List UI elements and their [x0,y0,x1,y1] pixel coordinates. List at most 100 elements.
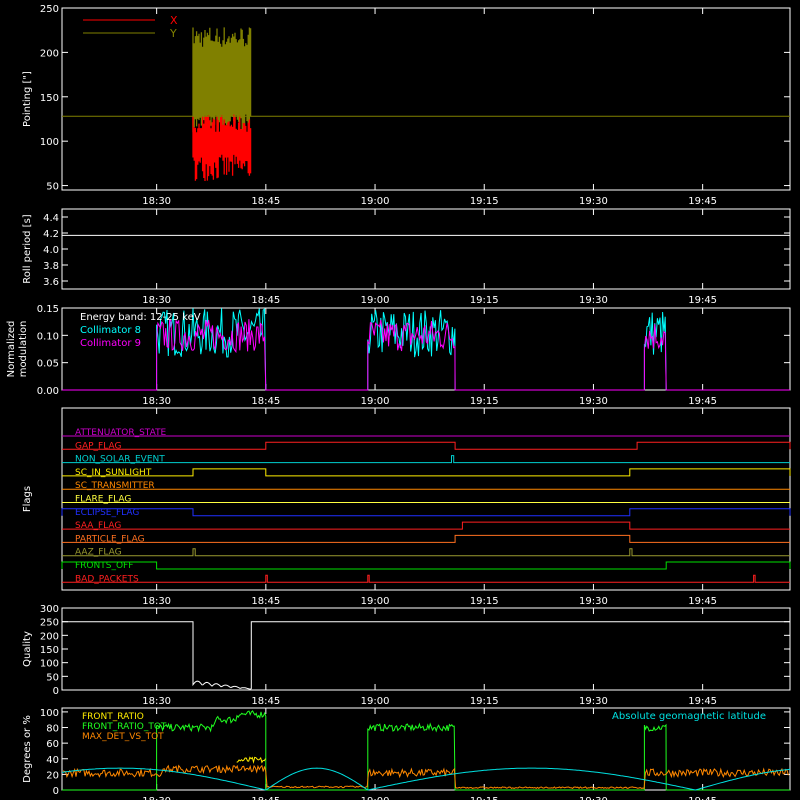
y-tick-label: 100 [40,708,59,719]
x-tick-label: 19:00 [361,396,390,407]
flag-trace [61,508,791,517]
x-tick-label: 19:00 [361,796,390,800]
y-tick-label: 0.15 [37,304,59,315]
y-axis-label: Roll period [s] [22,214,33,283]
x-tick-label: 19:45 [688,696,717,707]
y-tick-label: 3.8 [43,261,59,272]
energy-band-annotation: Energy band: 12-25 keV [80,312,201,323]
x-tick-label: 18:30 [142,295,171,306]
y-tick-label: 250 [40,4,59,15]
y-tick-label: 250 [40,618,59,629]
y-tick-label: 3.6 [43,277,59,288]
latitude-annotation: Absolute geomagnetic latitude [612,711,766,722]
flag-label: FLARE_FLAG [75,495,131,505]
x-tick-label: 19:45 [688,295,717,306]
y-tick-label: 200 [40,48,59,59]
x-tick-label: 19:30 [579,596,608,607]
x-tick-label: 18:30 [142,596,171,607]
x-tick-label: 19:15 [470,295,499,306]
y-tick-label: 60 [46,739,59,750]
x-tick-label: 18:45 [251,196,280,207]
y-tick-label: 100 [40,137,59,148]
y-tick-label: 0 [53,686,59,697]
flag-trace [62,441,791,450]
flag-trace [61,561,791,570]
legend-label: Y [169,27,177,40]
flag-trace [62,455,790,464]
flag-label: SAA_FLAG [75,521,121,531]
x-tick-label: 18:30 [142,796,171,800]
flag-label: SC_IN_SUNLIGHT [75,468,152,478]
x-tick-label: 19:00 [361,596,390,607]
legend-label: MAX_DET_VS_TOT [82,732,164,742]
y-axis-label: Normalized [6,321,17,378]
x-tick-label: 19:15 [470,796,499,800]
x-tick-label: 19:00 [361,295,390,306]
flag-label: ECLIPSE_FLAG [75,508,139,518]
x-tick-label: 18:45 [251,796,280,800]
x-tick-label: 19:15 [470,696,499,707]
legend-label: Collimator 8 [80,325,141,336]
y-tick-label: 0.00 [37,386,59,397]
x-tick-label: 19:45 [688,196,717,207]
front-ratio-series [236,756,266,764]
y-tick-label: 0.10 [37,331,59,342]
flag-label: AAZ_FLAG [75,548,122,558]
x-tick-label: 19:30 [579,696,608,707]
flag-trace [62,468,791,477]
flag-label: PARTICLE_FLAG [75,534,145,544]
legend-label: FRONT_RATIO [82,712,144,722]
pointing-plot [62,27,790,181]
y-axis-label: modulation [18,321,29,378]
y-tick-label: 50 [46,672,59,683]
x-tick-label: 18:45 [251,396,280,407]
y-axis-label: Pointing ["] [22,71,33,127]
y-tick-label: 50 [46,182,59,193]
flag-label: FRONTS_OFF [75,561,133,571]
flag-label: NON_SOLAR_EVENT [75,455,165,465]
housekeeping-chart-figure: 18:30 18:45 19:00 19:15 19:30 19:45 50 100 150 20… [6,4,791,800]
x-tick-label: 19:45 [688,796,717,800]
y-tick-label: 4.0 [43,245,59,256]
x-tick-label: 19:30 [579,396,608,407]
y-tick-label: 200 [40,631,59,642]
y-tick-label: 20 [46,770,59,781]
y-tick-label: 100 [40,659,59,670]
modulation-series [62,319,790,391]
x-tick-label: 19:30 [579,295,608,306]
x-tick-label: 18:45 [251,696,280,707]
y-tick-label: 4.2 [43,229,59,240]
y-tick-label: 0.05 [37,359,59,370]
y-tick-label: 4.4 [43,213,59,224]
flag-label: ATTENUATOR_STATE [75,428,167,438]
flag-trace [62,521,790,530]
x-tick-label: 19:00 [361,196,390,207]
flag-label: BAD_PACKETS [75,574,139,584]
y-axis-label: Flags [22,486,33,512]
legend-label: Collimator 9 [80,338,141,349]
y-tick-label: 0 [53,786,59,797]
x-tick-label: 19:00 [361,696,390,707]
x-tick-label: 18:45 [251,596,280,607]
y-tick-label: 40 [46,755,59,766]
x-tick-label: 18:30 [142,696,171,707]
flag-trace [62,534,790,543]
x-tick-label: 19:30 [579,796,608,800]
legend-label: X [170,14,178,27]
x-tick-label: 19:45 [688,396,717,407]
x-tick-label: 18:30 [142,396,171,407]
x-tick-label: 19:30 [579,196,608,207]
flag-label: GAP_FLAG [75,441,121,451]
x-tick-label: 19:15 [470,196,499,207]
panel-frame [61,607,791,691]
panel-frame [61,208,791,290]
y-axis-label: Quality [22,631,33,667]
y-axis-label: Degrees or % [22,715,33,783]
legend-label: FRONT_RATIO_TOT [82,722,167,732]
x-tick-label: 18:45 [251,295,280,306]
flag-trace [62,548,790,557]
quality-trace [62,621,790,690]
panel-frame [61,407,791,591]
y-tick-label: 300 [40,604,59,615]
flag-trace [62,574,790,583]
